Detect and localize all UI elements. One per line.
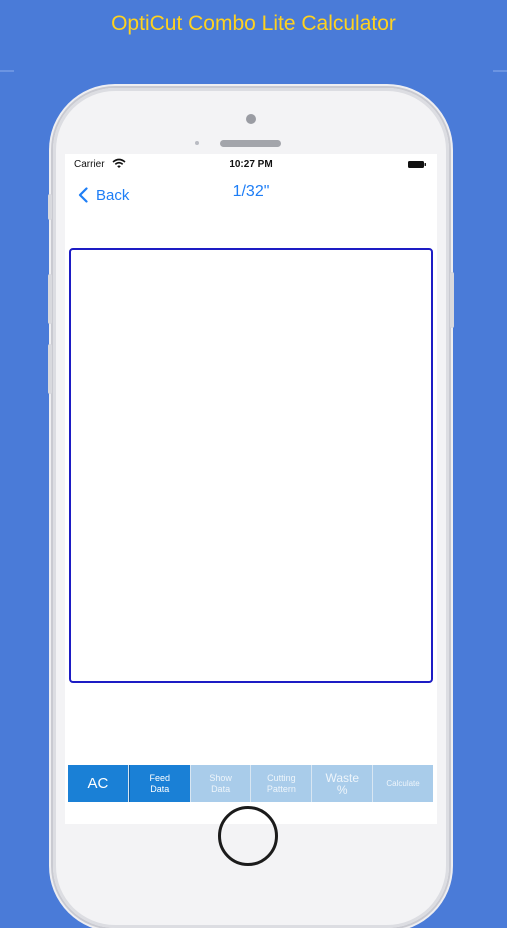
show-data-button[interactable]: Show Data xyxy=(190,765,252,802)
volume-down-button xyxy=(48,344,52,394)
app-screen: Carrier 10:27 PM Back 1/32" AC Feed Data… xyxy=(65,154,437,824)
power-button xyxy=(450,272,454,328)
edge-mark-left xyxy=(0,70,14,72)
ac-button[interactable]: AC xyxy=(68,765,129,802)
waste-percent-button[interactable]: Waste % xyxy=(312,765,374,802)
edge-mark-right xyxy=(493,70,507,72)
bottom-toolbar: AC Feed Data Show Data Cutting Pattern W… xyxy=(68,765,433,802)
cutting-canvas xyxy=(69,248,433,683)
cutting-pattern-button[interactable]: Cutting Pattern xyxy=(251,765,313,802)
proximity-sensor xyxy=(195,141,199,145)
earpiece-speaker xyxy=(220,140,281,147)
status-time: 10:27 PM xyxy=(229,159,273,170)
calculate-button[interactable]: Calculate xyxy=(373,765,433,802)
battery-icon xyxy=(408,161,426,168)
feed-data-button[interactable]: Feed Data xyxy=(128,765,191,802)
home-button[interactable] xyxy=(218,806,278,866)
promo-title: OptiCut Combo Lite Calculator xyxy=(111,12,396,35)
mute-switch xyxy=(48,194,52,220)
front-camera xyxy=(246,114,256,124)
page-title: 1/32" xyxy=(232,183,270,200)
phone-frame: Carrier 10:27 PM Back 1/32" AC Feed Data… xyxy=(48,88,454,928)
volume-up-button xyxy=(48,274,52,324)
